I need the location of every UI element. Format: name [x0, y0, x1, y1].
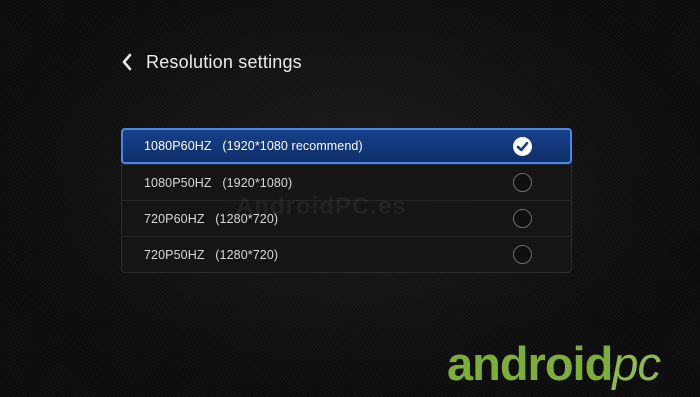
- resolution-option-720p50[interactable]: 720P50HZ (1280*720): [122, 236, 571, 272]
- option-label: 720P50HZ (1280*720): [144, 247, 279, 262]
- option-label: 1080P60HZ (1920*1080 recommend): [144, 139, 363, 153]
- chevron-left-icon: [120, 52, 134, 72]
- radio-icon: [513, 245, 532, 264]
- checked-radio-icon: [513, 136, 532, 156]
- brand-logo: androidpc: [447, 337, 661, 390]
- option-label: 720P60HZ (1280*720): [144, 211, 279, 226]
- option-label: 1080P50HZ (1920*1080): [144, 175, 293, 190]
- back-button[interactable]: Resolution settings: [120, 48, 302, 76]
- resolution-option-1080p60[interactable]: 1080P60HZ (1920*1080 recommend): [121, 128, 572, 164]
- radio-icon: [513, 209, 532, 228]
- resolution-list: 1080P60HZ (1920*1080 recommend) 1080P50H…: [121, 128, 572, 273]
- resolution-option-1080p50[interactable]: 1080P50HZ (1920*1080): [122, 164, 571, 200]
- radio-icon: [513, 173, 532, 192]
- resolution-option-720p60[interactable]: 720P60HZ (1280*720): [122, 200, 571, 236]
- page-title: Resolution settings: [146, 51, 302, 72]
